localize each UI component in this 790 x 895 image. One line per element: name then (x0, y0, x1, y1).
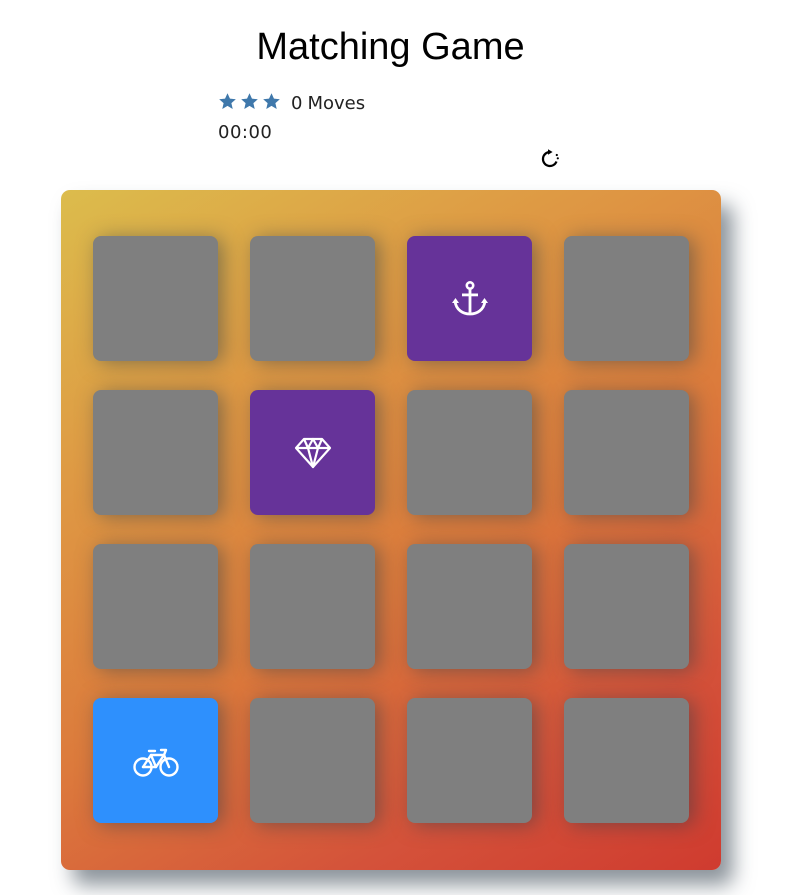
card[interactable] (407, 390, 532, 515)
card[interactable] (407, 544, 532, 669)
card[interactable] (250, 698, 375, 823)
score-panel: 0 Moves 00:00 (218, 92, 563, 172)
card[interactable] (250, 390, 375, 515)
moves-count: 0 (291, 93, 303, 114)
restart-button[interactable] (540, 149, 560, 169)
moves-label: Moves (307, 93, 366, 114)
card[interactable] (93, 236, 218, 361)
card[interactable] (250, 236, 375, 361)
card[interactable] (93, 544, 218, 669)
stars-rating (218, 92, 281, 111)
moves-counter: 0 Moves (291, 92, 365, 116)
card[interactable] (564, 236, 689, 361)
star-icon (219, 93, 236, 110)
game-page: Matching Game 0 Moves 00:00 (0, 0, 790, 895)
page-title: Matching Game (256, 26, 525, 68)
bicycle-icon (132, 741, 179, 781)
card[interactable] (250, 544, 375, 669)
star-icon (241, 93, 258, 110)
card[interactable] (564, 698, 689, 823)
card[interactable] (564, 390, 689, 515)
card[interactable] (407, 698, 532, 823)
card[interactable] (93, 698, 218, 823)
card-deck (61, 190, 721, 870)
card[interactable] (564, 544, 689, 669)
restart-icon (541, 149, 559, 168)
card[interactable] (93, 390, 218, 515)
star-icon (263, 93, 280, 110)
card[interactable] (407, 236, 532, 361)
anchor-icon (450, 279, 490, 319)
diamond-icon (293, 433, 333, 473)
timer: 00:00 (218, 122, 273, 143)
